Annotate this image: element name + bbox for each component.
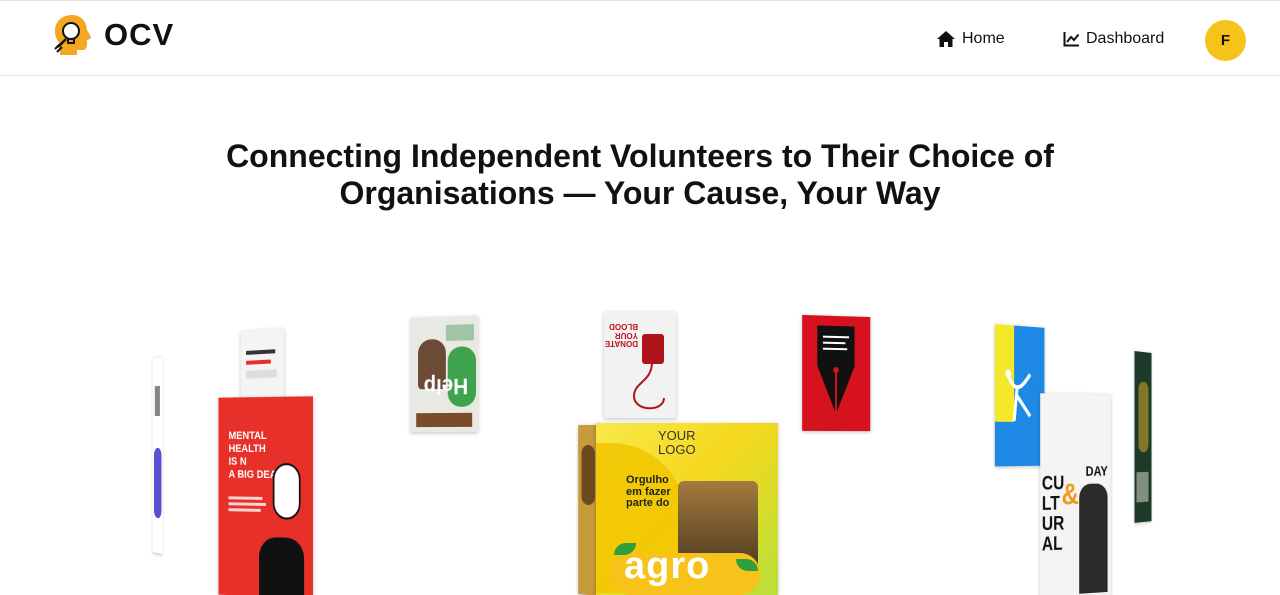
nav-dashboard-link[interactable]: Dashboard <box>1063 30 1164 48</box>
poster-card-yoga[interactable] <box>995 324 1045 466</box>
poster-card-help[interactable]: Help <box>411 316 478 432</box>
poster-text-line3: IS N <box>229 457 247 469</box>
poster-day-label: DAY <box>1086 464 1108 479</box>
poster-agro-word: agro <box>624 547 710 587</box>
brand-logo[interactable]: OCV <box>52 13 174 57</box>
poster-card-cultural-day[interactable]: DAY CU LT UR AL & <box>1040 393 1111 595</box>
poster-cultural-line3: UR <box>1042 514 1064 535</box>
poster-card-mental-health[interactable]: MENTAL HEALTH IS N A BIG DEAL <box>219 396 313 595</box>
poster-cultural-line4: AL <box>1042 535 1063 556</box>
lightbulb-head-icon <box>52 13 92 57</box>
brand-name: OCV <box>104 17 174 53</box>
poster-text-line1: MENTAL <box>229 431 267 443</box>
poster-carousel: MENTAL HEALTH IS N A BIG DEAL Help DONAT… <box>0 290 1280 595</box>
poster-agro-logo: YOUR LOGO <box>658 429 718 456</box>
poster-card-pen-nib[interactable] <box>802 315 870 431</box>
hero-title: Connecting Independent Volunteers to The… <box>140 138 1140 212</box>
top-navbar: OCV Home Dashboard F <box>0 0 1280 76</box>
poster-donate-text: DONATE YOUR BLOOD <box>608 322 638 347</box>
nav-home-label: Home <box>962 30 1005 48</box>
poster-card-agro[interactable]: YOUR LOGO Orgulho em fazer parte do agro <box>596 423 778 595</box>
poster-card-far-left[interactable] <box>152 357 163 554</box>
nav-home-link[interactable]: Home <box>936 30 1005 48</box>
poster-card-donate-blood[interactable]: DONATE YOUR BLOOD <box>604 312 676 418</box>
home-icon <box>936 30 956 48</box>
nav-dashboard-label: Dashboard <box>1086 30 1164 48</box>
poster-card-dark-green[interactable] <box>1134 351 1151 523</box>
poster-text-line2: HEALTH <box>229 444 266 456</box>
poster-help-word: Help <box>424 375 469 399</box>
line-chart-icon <box>1063 31 1080 47</box>
poster-agro-headline: Orgulho em fazer parte do <box>626 475 686 510</box>
user-avatar[interactable]: F <box>1205 20 1246 61</box>
poster-cultural-line2: LT <box>1042 494 1060 515</box>
